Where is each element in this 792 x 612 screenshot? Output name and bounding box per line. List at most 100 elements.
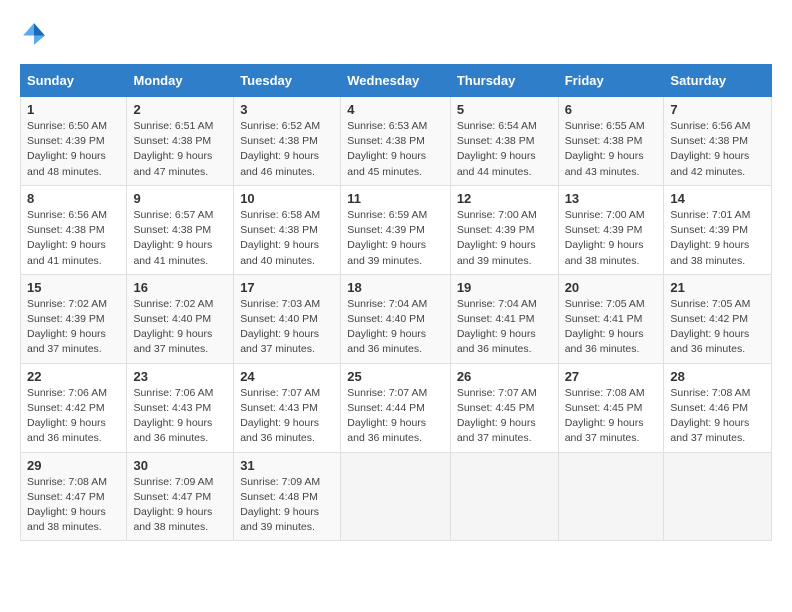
day-number: 21 (670, 280, 765, 295)
day-number: 19 (457, 280, 552, 295)
day-info: Sunrise: 7:03 AM Sunset: 4:40 PM Dayligh… (240, 297, 334, 358)
day-info: Sunrise: 6:57 AM Sunset: 4:38 PM Dayligh… (133, 208, 227, 269)
calendar-week-row: 22 Sunrise: 7:06 AM Sunset: 4:42 PM Dayl… (21, 363, 772, 452)
day-info: Sunrise: 6:55 AM Sunset: 4:38 PM Dayligh… (565, 119, 658, 180)
calendar-week-row: 29 Sunrise: 7:08 AM Sunset: 4:47 PM Dayl… (21, 452, 772, 541)
calendar-day-cell: 2 Sunrise: 6:51 AM Sunset: 4:38 PM Dayli… (127, 97, 234, 186)
day-info: Sunrise: 7:06 AM Sunset: 4:43 PM Dayligh… (133, 386, 227, 447)
day-info: Sunrise: 6:53 AM Sunset: 4:38 PM Dayligh… (347, 119, 444, 180)
day-number: 23 (133, 369, 227, 384)
day-info: Sunrise: 7:02 AM Sunset: 4:39 PM Dayligh… (27, 297, 120, 358)
day-number: 8 (27, 191, 120, 206)
calendar-day-cell: 22 Sunrise: 7:06 AM Sunset: 4:42 PM Dayl… (21, 363, 127, 452)
calendar-day-cell: 5 Sunrise: 6:54 AM Sunset: 4:38 PM Dayli… (450, 97, 558, 186)
day-number: 6 (565, 102, 658, 117)
day-number: 28 (670, 369, 765, 384)
day-number: 12 (457, 191, 552, 206)
day-info: Sunrise: 6:51 AM Sunset: 4:38 PM Dayligh… (133, 119, 227, 180)
day-info: Sunrise: 6:52 AM Sunset: 4:38 PM Dayligh… (240, 119, 334, 180)
calendar-week-row: 15 Sunrise: 7:02 AM Sunset: 4:39 PM Dayl… (21, 274, 772, 363)
day-info: Sunrise: 6:56 AM Sunset: 4:38 PM Dayligh… (670, 119, 765, 180)
day-info: Sunrise: 6:54 AM Sunset: 4:38 PM Dayligh… (457, 119, 552, 180)
calendar-day-cell: 17 Sunrise: 7:03 AM Sunset: 4:40 PM Dayl… (234, 274, 341, 363)
day-number: 27 (565, 369, 658, 384)
day-number: 22 (27, 369, 120, 384)
day-info: Sunrise: 7:08 AM Sunset: 4:46 PM Dayligh… (670, 386, 765, 447)
day-info: Sunrise: 7:08 AM Sunset: 4:45 PM Dayligh… (565, 386, 658, 447)
calendar-day-header: Monday (127, 65, 234, 97)
calendar-day-cell (558, 452, 664, 541)
day-number: 7 (670, 102, 765, 117)
calendar-day-cell: 3 Sunrise: 6:52 AM Sunset: 4:38 PM Dayli… (234, 97, 341, 186)
calendar-day-cell: 31 Sunrise: 7:09 AM Sunset: 4:48 PM Dayl… (234, 452, 341, 541)
day-number: 11 (347, 191, 444, 206)
calendar-day-cell (664, 452, 772, 541)
calendar-day-header: Wednesday (341, 65, 451, 97)
calendar-day-cell: 14 Sunrise: 7:01 AM Sunset: 4:39 PM Dayl… (664, 185, 772, 274)
calendar-week-row: 8 Sunrise: 6:56 AM Sunset: 4:38 PM Dayli… (21, 185, 772, 274)
day-info: Sunrise: 7:02 AM Sunset: 4:40 PM Dayligh… (133, 297, 227, 358)
day-info: Sunrise: 7:01 AM Sunset: 4:39 PM Dayligh… (670, 208, 765, 269)
logo-icon (20, 20, 48, 48)
day-info: Sunrise: 7:07 AM Sunset: 4:43 PM Dayligh… (240, 386, 334, 447)
day-info: Sunrise: 7:04 AM Sunset: 4:40 PM Dayligh… (347, 297, 444, 358)
calendar-table: SundayMondayTuesdayWednesdayThursdayFrid… (20, 64, 772, 541)
calendar-day-cell: 30 Sunrise: 7:09 AM Sunset: 4:47 PM Dayl… (127, 452, 234, 541)
day-info: Sunrise: 7:05 AM Sunset: 4:41 PM Dayligh… (565, 297, 658, 358)
calendar-day-cell: 7 Sunrise: 6:56 AM Sunset: 4:38 PM Dayli… (664, 97, 772, 186)
day-number: 14 (670, 191, 765, 206)
day-number: 26 (457, 369, 552, 384)
calendar-day-cell (341, 452, 451, 541)
calendar-day-cell: 28 Sunrise: 7:08 AM Sunset: 4:46 PM Dayl… (664, 363, 772, 452)
calendar-day-cell: 9 Sunrise: 6:57 AM Sunset: 4:38 PM Dayli… (127, 185, 234, 274)
day-info: Sunrise: 7:05 AM Sunset: 4:42 PM Dayligh… (670, 297, 765, 358)
calendar-day-cell: 19 Sunrise: 7:04 AM Sunset: 4:41 PM Dayl… (450, 274, 558, 363)
day-info: Sunrise: 7:09 AM Sunset: 4:48 PM Dayligh… (240, 475, 334, 536)
day-number: 3 (240, 102, 334, 117)
logo (20, 20, 52, 48)
day-number: 13 (565, 191, 658, 206)
calendar-day-cell: 8 Sunrise: 6:56 AM Sunset: 4:38 PM Dayli… (21, 185, 127, 274)
day-number: 10 (240, 191, 334, 206)
day-info: Sunrise: 7:00 AM Sunset: 4:39 PM Dayligh… (457, 208, 552, 269)
calendar-day-cell: 13 Sunrise: 7:00 AM Sunset: 4:39 PM Dayl… (558, 185, 664, 274)
calendar-day-cell: 24 Sunrise: 7:07 AM Sunset: 4:43 PM Dayl… (234, 363, 341, 452)
day-number: 1 (27, 102, 120, 117)
day-number: 4 (347, 102, 444, 117)
day-number: 31 (240, 458, 334, 473)
calendar-day-cell: 11 Sunrise: 6:59 AM Sunset: 4:39 PM Dayl… (341, 185, 451, 274)
day-info: Sunrise: 7:07 AM Sunset: 4:45 PM Dayligh… (457, 386, 552, 447)
calendar-day-header: Thursday (450, 65, 558, 97)
calendar-day-cell: 18 Sunrise: 7:04 AM Sunset: 4:40 PM Dayl… (341, 274, 451, 363)
page-header (20, 20, 772, 48)
calendar-day-cell: 20 Sunrise: 7:05 AM Sunset: 4:41 PM Dayl… (558, 274, 664, 363)
day-number: 17 (240, 280, 334, 295)
day-info: Sunrise: 7:06 AM Sunset: 4:42 PM Dayligh… (27, 386, 120, 447)
calendar-day-cell: 26 Sunrise: 7:07 AM Sunset: 4:45 PM Dayl… (450, 363, 558, 452)
calendar-day-cell: 23 Sunrise: 7:06 AM Sunset: 4:43 PM Dayl… (127, 363, 234, 452)
day-info: Sunrise: 6:50 AM Sunset: 4:39 PM Dayligh… (27, 119, 120, 180)
day-number: 30 (133, 458, 227, 473)
day-info: Sunrise: 6:59 AM Sunset: 4:39 PM Dayligh… (347, 208, 444, 269)
day-number: 16 (133, 280, 227, 295)
calendar-day-cell: 16 Sunrise: 7:02 AM Sunset: 4:40 PM Dayl… (127, 274, 234, 363)
day-info: Sunrise: 7:04 AM Sunset: 4:41 PM Dayligh… (457, 297, 552, 358)
day-info: Sunrise: 7:00 AM Sunset: 4:39 PM Dayligh… (565, 208, 658, 269)
day-number: 24 (240, 369, 334, 384)
calendar-day-cell: 25 Sunrise: 7:07 AM Sunset: 4:44 PM Dayl… (341, 363, 451, 452)
day-number: 18 (347, 280, 444, 295)
calendar-header-row: SundayMondayTuesdayWednesdayThursdayFrid… (21, 65, 772, 97)
calendar-day-cell: 4 Sunrise: 6:53 AM Sunset: 4:38 PM Dayli… (341, 97, 451, 186)
calendar-day-cell: 10 Sunrise: 6:58 AM Sunset: 4:38 PM Dayl… (234, 185, 341, 274)
day-info: Sunrise: 7:09 AM Sunset: 4:47 PM Dayligh… (133, 475, 227, 536)
day-number: 20 (565, 280, 658, 295)
calendar-day-header: Sunday (21, 65, 127, 97)
calendar-day-cell: 1 Sunrise: 6:50 AM Sunset: 4:39 PM Dayli… (21, 97, 127, 186)
calendar-day-header: Saturday (664, 65, 772, 97)
calendar-day-cell: 6 Sunrise: 6:55 AM Sunset: 4:38 PM Dayli… (558, 97, 664, 186)
calendar-day-cell: 21 Sunrise: 7:05 AM Sunset: 4:42 PM Dayl… (664, 274, 772, 363)
calendar-day-header: Friday (558, 65, 664, 97)
calendar-day-cell: 12 Sunrise: 7:00 AM Sunset: 4:39 PM Dayl… (450, 185, 558, 274)
calendar-week-row: 1 Sunrise: 6:50 AM Sunset: 4:39 PM Dayli… (21, 97, 772, 186)
calendar-day-cell: 15 Sunrise: 7:02 AM Sunset: 4:39 PM Dayl… (21, 274, 127, 363)
